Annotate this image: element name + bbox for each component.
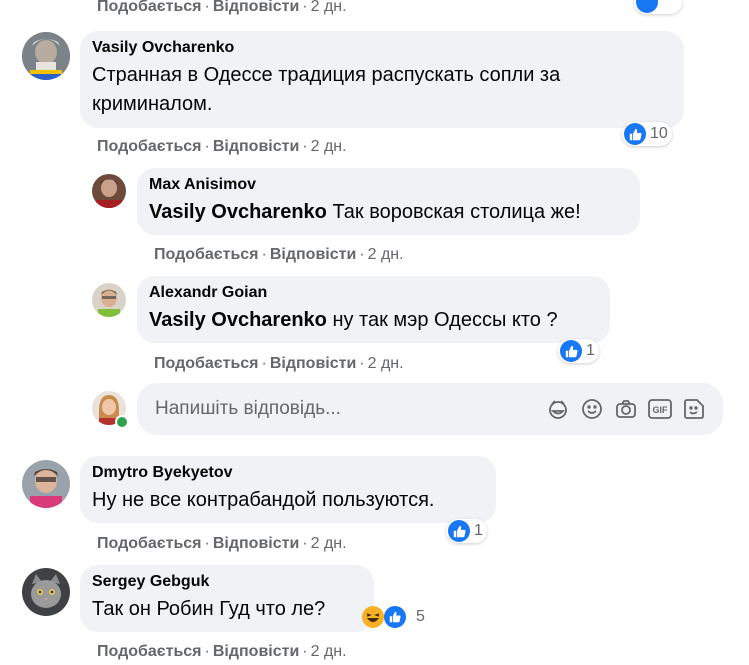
comment-author[interactable]: Vasily Ovcharenko <box>92 39 672 57</box>
like-icon <box>560 340 582 362</box>
reply-input[interactable] <box>153 397 541 421</box>
reply-bubble: Alexandr Goian Vasily Ovcharenko ну так … <box>137 276 610 343</box>
reply-text-body: ну так мэр Одессы кто ? <box>332 309 558 331</box>
timestamp[interactable]: 2 дн. <box>311 643 347 660</box>
timestamp[interactable]: 2 дн. <box>311 535 347 552</box>
emoji-icon[interactable] <box>575 392 609 426</box>
comment-actions: Подобається · Відповісти · 2 дн. <box>97 643 347 660</box>
avatar-sticker-icon[interactable] <box>677 392 711 426</box>
timestamp[interactable]: 2 дн. <box>311 0 347 15</box>
mention-link[interactable]: Vasily Ovcharenko <box>149 309 327 331</box>
avatar[interactable] <box>92 283 126 317</box>
avatar[interactable] <box>22 460 70 508</box>
camera-icon[interactable] <box>609 392 643 426</box>
comment-text: Ну не все контрабандой пользуются. <box>92 489 435 511</box>
reply-composer: GIF <box>137 383 723 435</box>
reply-text: Vasily Ovcharenko Так воровская столица … <box>149 198 628 227</box>
comment-actions: Подобається · Відповісти · 2 дн. <box>154 246 404 263</box>
reply-action[interactable]: Відповісти <box>213 0 299 15</box>
comment-bubble: Sergey Gebguk Так он Робин Гуд что ле? <box>80 565 374 632</box>
comment-bubble: Vasily Ovcharenko Странная в Одессе трад… <box>80 31 684 128</box>
reply-text: Vasily Ovcharenko ну так мэр Одессы кто … <box>149 306 598 335</box>
avatar[interactable] <box>22 568 70 616</box>
reply-text-body: Так воровская столица же! <box>332 201 581 223</box>
comment-text: Странная в Одессе традиция распускать со… <box>92 64 561 115</box>
reaction-count: 1 <box>474 522 483 539</box>
like-action[interactable]: Подобається <box>154 355 259 372</box>
comment-actions: Подобається · Відповісти · 2 дн. <box>97 0 347 15</box>
like-icon <box>448 520 470 542</box>
like-action[interactable]: Подобається <box>97 138 202 155</box>
mention-link[interactable]: Vasily Ovcharenko <box>149 201 327 223</box>
haha-icon <box>362 606 384 628</box>
reaction-summary[interactable] <box>634 0 682 14</box>
like-action[interactable]: Подобається <box>97 643 202 660</box>
reply-action[interactable]: Відповісти <box>213 535 299 552</box>
reaction-summary[interactable]: 10 <box>622 122 672 146</box>
online-indicator <box>115 415 129 429</box>
comment-actions: Подобається · Відповісти · 2 дн. <box>97 138 347 155</box>
comment-actions: Подобається · Відповісти · 2 дн. <box>154 355 404 372</box>
svg-text:GIF: GIF <box>653 405 669 415</box>
reaction-count: 1 <box>586 342 595 359</box>
timestamp[interactable]: 2 дн. <box>311 138 347 155</box>
reply-action[interactable]: Відповісти <box>270 246 356 263</box>
comment-author[interactable]: Dmytro Byekyetov <box>92 464 484 482</box>
like-action[interactable]: Подобається <box>154 246 259 263</box>
comment-actions: Подобається · Відповісти · 2 дн. <box>97 535 347 552</box>
comment-bubble: Dmytro Byekyetov Ну не все контрабандой … <box>80 456 496 523</box>
reply-action[interactable]: Відповісти <box>213 138 299 155</box>
like-icon <box>624 123 646 145</box>
reaction-summary[interactable]: 5 <box>362 604 425 630</box>
comment-text: Так он Робин Гуд что ле? <box>92 598 326 620</box>
avatar[interactable] <box>22 32 70 80</box>
avatar[interactable] <box>92 174 126 208</box>
reply-action[interactable]: Відповісти <box>270 355 356 372</box>
comment-author[interactable]: Sergey Gebguk <box>92 573 362 591</box>
reply-author[interactable]: Alexandr Goian <box>149 284 598 302</box>
reaction-summary[interactable]: 1 <box>558 339 599 363</box>
like-action[interactable]: Подобається <box>97 535 202 552</box>
reaction-count: 5 <box>416 608 425 625</box>
like-action[interactable]: Подобається <box>97 0 202 15</box>
reply-bubble: Max Anisimov Vasily Ovcharenko Так воров… <box>137 168 640 235</box>
like-icon <box>636 0 658 13</box>
reply-action[interactable]: Відповісти <box>213 643 299 660</box>
reply-author[interactable]: Max Anisimov <box>149 176 628 194</box>
reaction-summary[interactable]: 1 <box>446 519 487 543</box>
like-icon <box>382 604 408 630</box>
sticker-icon[interactable] <box>541 392 575 426</box>
gif-icon[interactable]: GIF <box>643 392 677 426</box>
timestamp[interactable]: 2 дн. <box>368 246 404 263</box>
reaction-count: 10 <box>650 125 668 142</box>
timestamp[interactable]: 2 дн. <box>368 355 404 372</box>
